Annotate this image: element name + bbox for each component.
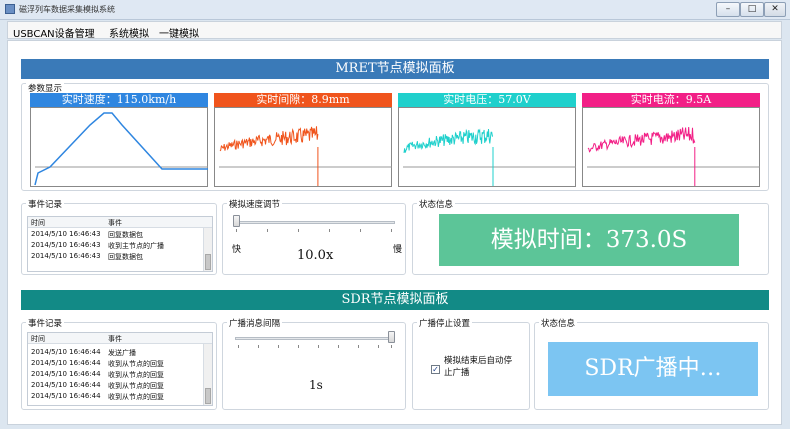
voltage-chart [398, 107, 576, 187]
speed-chart [30, 107, 208, 187]
sdr-status-label: 状态信息 [539, 317, 578, 329]
close-button[interactable]: ✕ [764, 2, 786, 17]
interval-slider-thumb[interactable] [388, 331, 395, 343]
mret-log-group: 事件记录 时间 事件 2014/5/10 16:46:43 回复数据包 2014/… [21, 198, 217, 275]
maximize-button[interactable]: □ [740, 2, 764, 17]
table-row[interactable]: 2014/5/10 16:46:44 收到从节点的回复 [28, 391, 203, 401]
sdr-log-group: 事件记录 时间 事件 2014/5/10 16:46:44 发送广播 2014/5… [21, 317, 217, 410]
speed-slider-thumb[interactable] [233, 215, 240, 227]
chart-frame [582, 107, 760, 187]
menu-one-click-sim[interactable]: 一键模拟 [159, 25, 199, 40]
table-row[interactable]: 2014/5/10 16:46:43 回复数据包 [28, 229, 203, 239]
interval-group-label: 广播消息间隔 [227, 317, 283, 329]
gauge-title-current: 实时电流：9.5A [582, 93, 760, 107]
main-client-area: MRET节点模拟面板 参数显示 实时速度：115.0km/h 实时间隙：8.9m… [7, 40, 782, 425]
table-row[interactable]: 2014/5/10 16:46:44 收到从节点的回复 [28, 358, 203, 368]
speed-multiplier: 10.0x [297, 248, 334, 263]
interval-slider-track[interactable] [235, 337, 395, 340]
speed-fast-label: 慢 [393, 245, 403, 255]
mret-status-display: 模拟时间：373.0S [439, 214, 739, 266]
sdr-log-col-time: 时间 [31, 335, 45, 343]
app-icon [5, 4, 15, 14]
sdr-log-label: 事件记录 [26, 317, 65, 329]
sdr-log-scrollbar[interactable] [203, 344, 212, 405]
gauge-title-gap: 实时间隙：8.9mm [214, 93, 392, 107]
mret-panel-header: MRET节点模拟面板 [21, 59, 769, 79]
auto-stop-label: 模拟结束后自动停止广播 [444, 356, 513, 378]
speed-slow-label: 快 [232, 245, 242, 255]
table-row[interactable]: 2014/5/10 16:46:43 回复数据包 [28, 251, 203, 261]
speed-group-label: 模拟速度调节 [227, 198, 283, 210]
interval-group: 广播消息间隔 1s [222, 317, 406, 410]
title-bar: 磁浮列车数据采集模拟系统 – □ ✕ [0, 0, 790, 20]
table-row[interactable]: 2014/5/10 16:46:43 收到主节点的广播 [28, 240, 203, 250]
chart-frame [214, 107, 392, 187]
menu-usbcan[interactable]: USBCAN设备管理 [13, 25, 95, 40]
speed-group: 模拟速度调节 快 慢 10.0x [222, 198, 406, 275]
menu-system-sim[interactable]: 系统模拟 [109, 25, 149, 40]
chart-frame [30, 107, 208, 187]
speed-slider-track[interactable] [233, 221, 395, 224]
mret-log-col-time: 时间 [31, 219, 45, 227]
mret-log-scrollbar[interactable] [203, 228, 212, 271]
sdr-status-group: 状态信息 SDR广播中… [534, 317, 769, 410]
mret-status-group: 状态信息 模拟时间：373.0S [412, 198, 769, 275]
stop-settings-group: 广播停止设置 ✓ 模拟结束后自动停止广播 [412, 317, 530, 410]
gap-chart [214, 107, 392, 187]
table-row[interactable]: 2014/5/10 16:46:44 收到从节点的回复 [28, 369, 203, 379]
table-row[interactable]: 2014/5/10 16:46:44 收到从节点的回复 [28, 380, 203, 390]
sdr-log-col-event: 事件 [108, 335, 122, 343]
sdr-log-header: 时间 事件 [28, 333, 212, 344]
interval-value: 1s [309, 378, 323, 392]
params-group: 参数显示 实时速度：115.0km/h 实时间隙：8.9mm 实时电压：57.0… [21, 82, 769, 191]
mret-event-list[interactable]: 时间 事件 2014/5/10 16:46:43 回复数据包 2014/5/10 … [27, 216, 213, 272]
mret-log-label: 事件记录 [26, 198, 65, 210]
sdr-panel-header: SDR节点模拟面板 [21, 290, 769, 310]
mret-log-col-event: 事件 [108, 219, 122, 227]
sdr-event-list[interactable]: 时间 事件 2014/5/10 16:46:44 发送广播 2014/5/10 1… [27, 332, 213, 406]
current-chart [582, 107, 760, 187]
stop-settings-label: 广播停止设置 [417, 317, 473, 329]
gauge-title-voltage: 实时电压：57.0V [398, 93, 576, 107]
auto-stop-checkbox[interactable]: ✓ [431, 365, 440, 374]
window-title: 磁浮列车数据采集模拟系统 [19, 5, 115, 14]
table-row[interactable]: 2014/5/10 16:46:44 发送广播 [28, 347, 203, 357]
menu-bar: USBCAN设备管理 系统模拟 一键模拟 [7, 21, 782, 40]
minimize-button[interactable]: – [716, 2, 740, 17]
mret-status-label: 状态信息 [417, 198, 456, 210]
mret-log-header: 时间 事件 [28, 217, 212, 228]
sdr-status-display: SDR广播中… [548, 342, 758, 396]
gauge-title-speed: 实时速度：115.0km/h [30, 93, 208, 107]
